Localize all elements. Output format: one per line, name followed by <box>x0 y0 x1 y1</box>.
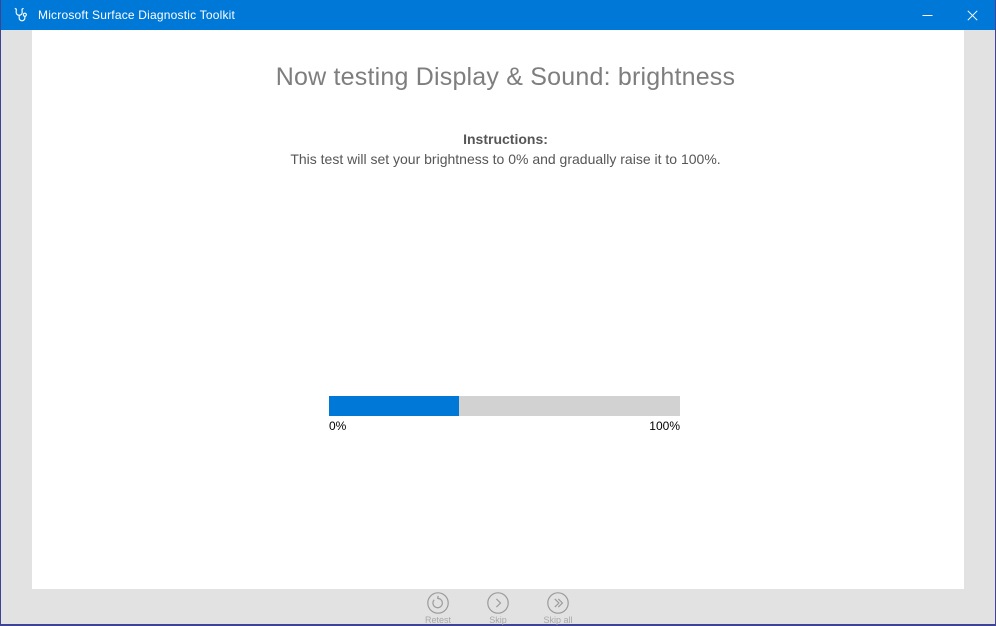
instructions-label: Instructions: <box>47 131 964 147</box>
double-chevron-right-icon <box>547 592 569 614</box>
window-title: Microsoft Surface Diagnostic Toolkit <box>38 8 235 22</box>
retest-label: Retest <box>425 615 451 625</box>
window-body: Now testing Display & Sound: brightness … <box>1 30 995 624</box>
progress-labels: 0% 100% <box>329 419 680 433</box>
app-window: Microsoft Surface Diagnostic Toolkit Now… <box>0 0 996 626</box>
progress-min-label: 0% <box>329 419 346 433</box>
progress-track <box>329 396 680 416</box>
chevron-right-icon <box>487 592 509 614</box>
instructions-text: This test will set your brightness to 0%… <box>47 151 964 167</box>
caption-buttons <box>905 0 995 30</box>
progress-fill <box>329 396 459 416</box>
page-title: Now testing Display & Sound: brightness <box>47 63 964 92</box>
retest-button[interactable]: Retest <box>408 592 468 625</box>
minimize-button[interactable] <box>905 0 950 30</box>
skip-all-label: Skip all <box>543 615 572 625</box>
skip-all-button[interactable]: Skip all <box>528 592 588 625</box>
close-button[interactable] <box>950 0 995 30</box>
skip-label: Skip <box>489 615 507 625</box>
footer-toolbar: Retest Skip <box>1 589 995 624</box>
progress-max-label: 100% <box>649 419 680 433</box>
restart-icon <box>427 592 449 614</box>
stethoscope-icon <box>11 6 29 24</box>
content-panel: Now testing Display & Sound: brightness … <box>32 30 964 589</box>
progress-bar: 0% 100% <box>329 396 680 433</box>
titlebar: Microsoft Surface Diagnostic Toolkit <box>1 0 995 30</box>
skip-button[interactable]: Skip <box>468 592 528 625</box>
